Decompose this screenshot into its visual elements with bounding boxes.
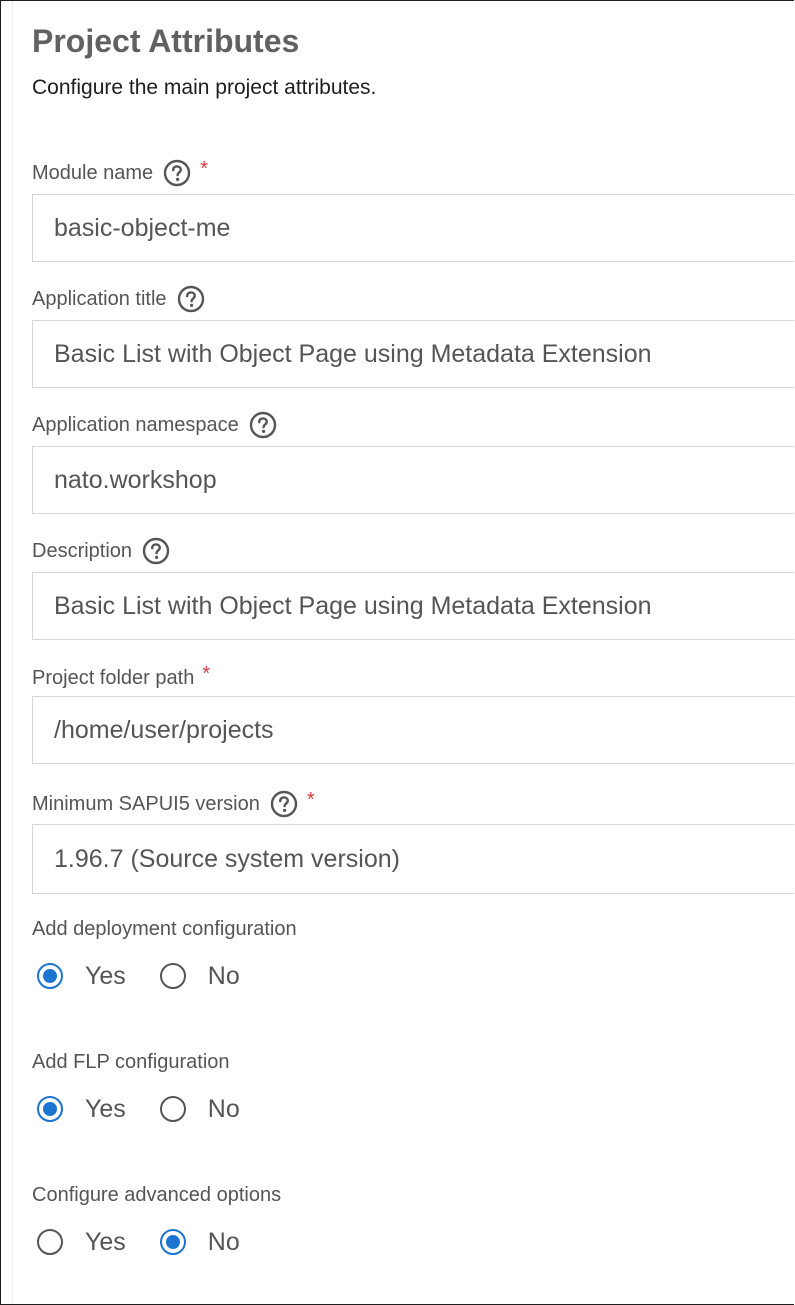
flp-config-label: Add FLP configuration — [32, 1050, 230, 1073]
radio-checked-icon — [37, 963, 63, 989]
application-namespace-label: Application namespace — [32, 413, 239, 436]
required-marker: * — [200, 157, 208, 180]
description-label-row: Description — [32, 535, 170, 567]
advanced-options-label-row: Configure advanced options — [32, 1179, 281, 1211]
radio-unchecked-icon — [159, 1096, 186, 1122]
module-name-label: Module name — [32, 161, 154, 184]
radio-label: No — [207, 1227, 240, 1256]
deployment-config-yes-radio[interactable]: Yes — [37, 962, 126, 991]
module-name-label-row: Module name * — [32, 157, 208, 189]
required-marker: * — [306, 788, 315, 811]
sapui5-version-value: 1.96.7 (Source system version) — [54, 844, 400, 873]
deployment-config-label: Add deployment configuration — [32, 917, 297, 940]
radio-label: Yes — [85, 1094, 126, 1123]
page-subtitle: Configure the main project attributes. — [32, 76, 377, 99]
left-edge-divider — [2, 1, 13, 1304]
sapui5-version-label: Minimum SAPUI5 version — [32, 792, 260, 815]
advanced-options-radio-group: Yes No — [37, 1224, 274, 1260]
deployment-config-no-radio[interactable]: No — [159, 961, 240, 991]
project-folder-path-label: Project folder path — [32, 666, 195, 689]
application-title-input[interactable]: Basic List with Object Page using Metada… — [32, 320, 794, 388]
advanced-options-label: Configure advanced options — [32, 1183, 282, 1206]
radio-unchecked-icon — [159, 963, 186, 989]
description-input[interactable]: Basic List with Object Page using Metada… — [32, 572, 794, 640]
required-marker: * — [202, 662, 211, 685]
page-title: Project Attributes — [32, 23, 300, 59]
radio-label: No — [207, 961, 240, 990]
module-name-value: basic-object-me — [54, 213, 231, 242]
project-folder-path-value: /home/user/projects — [54, 715, 274, 744]
application-namespace-value: nato.workshop — [54, 465, 217, 494]
sapui5-version-label-row: Minimum SAPUI5 version * — [32, 788, 315, 820]
question-circle-icon[interactable] — [270, 790, 298, 818]
application-title-label: Application title — [32, 287, 167, 310]
description-label: Description — [32, 539, 133, 562]
flp-config-yes-radio[interactable]: Yes — [37, 1095, 126, 1124]
flp-config-radio-group: Yes No — [37, 1091, 274, 1127]
advanced-options-no-radio[interactable]: No — [159, 1227, 240, 1257]
deployment-config-radio-group: Yes No — [37, 958, 274, 994]
flp-config-label-row: Add FLP configuration — [32, 1046, 230, 1078]
question-circle-icon[interactable] — [249, 411, 277, 439]
flp-config-no-radio[interactable]: No — [159, 1094, 240, 1124]
application-title-label-row: Application title — [32, 283, 205, 315]
application-title-value: Basic List with Object Page using Metada… — [54, 339, 652, 368]
project-attributes-panel: Project Attributes Configure the main pr… — [0, 0, 794, 1305]
deployment-config-label-row: Add deployment configuration — [32, 913, 297, 945]
radio-label: Yes — [85, 1227, 126, 1256]
description-value: Basic List with Object Page using Metada… — [54, 591, 652, 620]
advanced-options-yes-radio[interactable]: Yes — [37, 1228, 126, 1257]
project-folder-path-label-row: Project folder path * — [32, 662, 210, 694]
radio-unchecked-icon — [37, 1229, 63, 1255]
application-namespace-label-row: Application namespace — [32, 409, 277, 441]
question-circle-icon[interactable] — [163, 159, 191, 187]
question-circle-icon[interactable] — [177, 285, 205, 313]
module-name-input[interactable]: basic-object-me — [32, 194, 794, 262]
application-namespace-input[interactable]: nato.workshop — [32, 446, 794, 514]
radio-label: Yes — [85, 961, 126, 990]
radio-label: No — [207, 1094, 240, 1123]
project-folder-path-input[interactable]: /home/user/projects — [32, 696, 794, 764]
sapui5-version-select[interactable]: 1.96.7 (Source system version) — [32, 824, 794, 894]
radio-checked-icon — [159, 1229, 186, 1255]
radio-checked-icon — [37, 1096, 63, 1122]
question-circle-icon[interactable] — [142, 537, 170, 565]
